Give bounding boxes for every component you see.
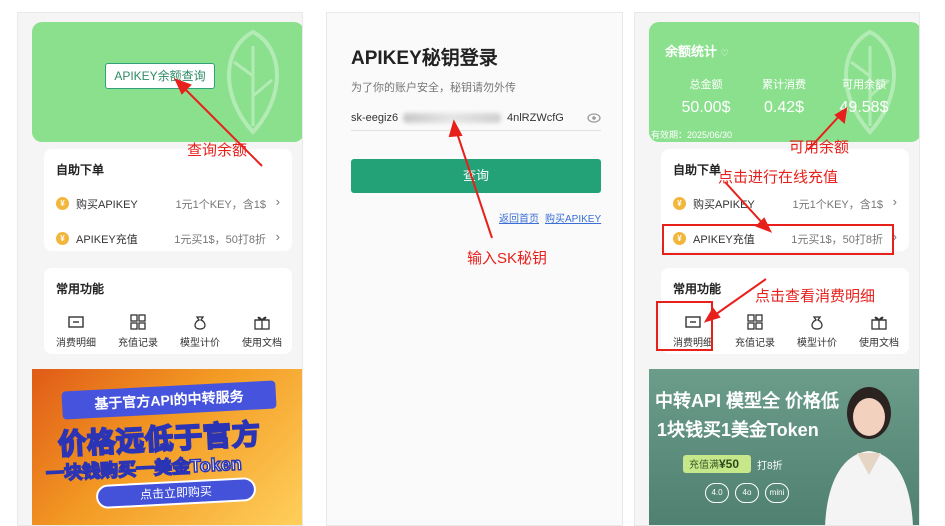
highlight-detail-func — [656, 301, 713, 351]
tutorial-composite: APIKEY余额查询 自助下单 ¥ 购买APIKEY 1元1个KEY，含1$ ›… — [0, 0, 945, 526]
arrow-head — [834, 107, 848, 124]
annotation-query-balance: 查询余额 — [187, 142, 248, 159]
highlight-recharge-row — [662, 224, 894, 255]
annotation-click-detail: 点击查看消费明细 — [755, 288, 876, 305]
annotation-click-recharge: 点击进行在线充值 — [718, 169, 839, 186]
arrow-to-input — [455, 129, 493, 239]
arrow-head — [448, 119, 463, 138]
annotation-available-balance: 可用余额 — [789, 139, 850, 156]
arrow-to-recharge — [724, 181, 767, 228]
annotation-input-sk: 输入SK秘钥 — [467, 250, 548, 267]
